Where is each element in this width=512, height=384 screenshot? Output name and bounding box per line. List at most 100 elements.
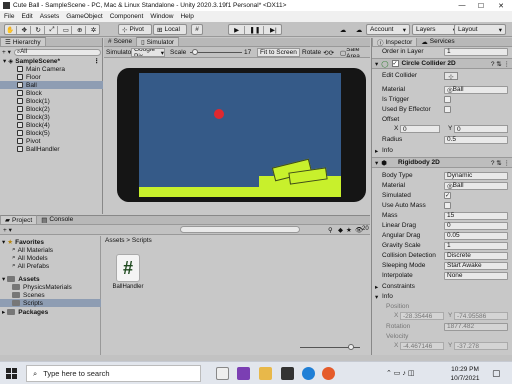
hierarchy-item-block-1[interactable]: Block(1) xyxy=(0,97,103,105)
menu-component[interactable]: Component xyxy=(110,13,144,20)
tab-console[interactable]: ▤ Console xyxy=(37,215,77,224)
menu-assets[interactable]: Assets xyxy=(40,13,60,20)
hierarchy-item-floor[interactable]: Floor xyxy=(0,73,103,81)
cloud-icon[interactable]: ☁ xyxy=(353,24,365,35)
mass-field[interactable]: 15 xyxy=(444,211,508,220)
hierarchy-item-ballhandler[interactable]: BallHandler xyxy=(0,145,103,153)
layers-dropdown[interactable]: Layers▾ xyxy=(412,24,460,35)
enabled-checkbox[interactable]: ✓ xyxy=(391,60,399,67)
menu-help[interactable]: Help xyxy=(180,13,193,20)
hierarchy-item-block-5[interactable]: Block(5) xyxy=(0,129,103,137)
task-view-icon[interactable] xyxy=(216,367,229,380)
breadcrumb[interactable]: Assets > Scripts xyxy=(105,237,152,244)
order-field[interactable]: 1 xyxy=(444,47,508,56)
hierarchy-item-block-4[interactable]: Block(4) xyxy=(0,121,103,129)
offset-y-field[interactable]: 0 xyxy=(454,124,508,133)
close-button[interactable]: ✕ xyxy=(494,0,508,11)
rigidbody-header[interactable]: ▾ ⬢ Rigidbody 2D ? ⇅ ⋮ xyxy=(372,157,512,168)
hierarchy-search-input[interactable]: ⌕ All xyxy=(13,48,101,56)
is-trigger-checkbox[interactable] xyxy=(444,96,451,103)
pause-icon[interactable]: ❚❚ xyxy=(247,25,264,34)
account-dropdown[interactable]: Account ▾ xyxy=(366,24,410,35)
scene-row[interactable]: ▾ ◈ SampleScene* ⋮ xyxy=(0,57,103,66)
used-by-effector-checkbox[interactable] xyxy=(444,106,451,113)
hierarchy-item-ball[interactable]: Ball xyxy=(0,81,103,89)
project-search-input[interactable] xyxy=(180,226,300,233)
grid-snap-button[interactable]: # xyxy=(191,24,203,35)
assets-item-scripts[interactable]: Scripts xyxy=(0,299,101,307)
hierarchy-item-main-camera[interactable]: Main Camera xyxy=(0,65,103,73)
taskbar-date[interactable]: 10/7/2021 xyxy=(445,375,485,382)
component-menu-icon[interactable]: ? ⇅ ⋮ xyxy=(491,60,510,68)
packages-row[interactable]: ▸ Packages xyxy=(0,308,101,317)
tab-scene[interactable]: # Scene xyxy=(104,37,136,46)
layout-dropdown[interactable]: Layout ▾ xyxy=(454,24,506,35)
minimize-button[interactable]: — xyxy=(455,0,469,11)
fit-to-screen-button[interactable]: Fit to Screen xyxy=(257,48,300,57)
auto-mass-checkbox[interactable] xyxy=(444,202,451,209)
rect-tool-icon[interactable]: ▭ xyxy=(60,25,73,34)
favorites-row[interactable]: ▾ ★ Favorites xyxy=(0,238,101,247)
collision-detection-dropdown[interactable]: Discrete xyxy=(444,251,508,260)
tab-inspector[interactable]: ⓘ Inspector xyxy=(372,38,418,47)
assets-item-scenes[interactable]: Scenes xyxy=(0,291,101,299)
interpolate-dropdown[interactable]: None xyxy=(444,271,508,280)
radius-field[interactable]: 0.5 xyxy=(444,135,508,144)
offset-x-field[interactable]: 0 xyxy=(400,124,440,133)
label-icon[interactable]: ◆ xyxy=(338,226,343,234)
safe-area-toggle[interactable]: ▢ Safe Area xyxy=(340,48,370,57)
assets-item-physicsmaterials[interactable]: PhysicsMaterials xyxy=(0,283,101,291)
body-type-dropdown[interactable]: Dynamic xyxy=(444,171,508,180)
rotate-tool-icon[interactable]: ↻ xyxy=(33,25,45,34)
menu-window[interactable]: Window xyxy=(150,13,173,20)
collab-icon[interactable]: ☁ xyxy=(338,24,348,35)
slider-handle[interactable] xyxy=(348,344,354,350)
rb-material-field[interactable]: ◎ Ball xyxy=(444,181,508,190)
hierarchy-item-block-3[interactable]: Block(3) xyxy=(0,113,103,121)
gravity-scale-field[interactable]: 1 xyxy=(444,241,508,250)
scale-slider[interactable] xyxy=(190,48,242,57)
scale-tool-icon[interactable]: ⤢ xyxy=(47,25,59,34)
system-tray-icons[interactable]: ⌃ ▭ ♪ ◫ xyxy=(386,369,414,377)
firefox-icon[interactable] xyxy=(322,367,335,380)
circle-info-row[interactable]: ▸ Info xyxy=(372,146,512,155)
component-menu-icon[interactable]: ? ⇅ ⋮ xyxy=(491,159,510,167)
device-dropdown[interactable]: Google Pix ▾ xyxy=(131,48,165,57)
taskbar-time[interactable]: 10:29 PM xyxy=(445,366,485,373)
notification-icon[interactable]: ▢ xyxy=(492,368,501,379)
visual-studio-icon[interactable] xyxy=(237,367,250,380)
rb-info-row[interactable]: ▾ Info xyxy=(372,292,512,301)
hierarchy-item-pivot[interactable]: Pivot xyxy=(0,137,103,145)
star-icon[interactable]: ★ xyxy=(346,226,352,234)
custom-tool-icon[interactable]: ✲ xyxy=(88,26,99,34)
add-button[interactable]: + ▾ xyxy=(3,226,12,234)
hierarchy-item-block-2[interactable]: Block(2) xyxy=(0,105,103,113)
material-field[interactable]: ◎ Ball xyxy=(444,85,508,94)
script-file-icon[interactable]: # xyxy=(116,254,140,282)
circle-collider-header[interactable]: ▾ ◯ ✓ Circle Collider 2D ? ⇅ ⋮ xyxy=(372,58,512,69)
simulated-checkbox[interactable]: ✓ xyxy=(444,192,451,199)
edit-collider-button[interactable]: ⊹ xyxy=(444,71,458,81)
edge-icon[interactable] xyxy=(302,367,315,380)
move-tool-icon[interactable]: ✥ xyxy=(19,25,31,34)
tab-services[interactable]: ☁ Services xyxy=(417,38,458,46)
game-screen[interactable] xyxy=(139,73,341,197)
menu-file[interactable]: File xyxy=(4,13,14,20)
slider-handle[interactable] xyxy=(192,49,198,55)
menu-edit[interactable]: Edit xyxy=(21,13,32,20)
more-icon[interactable]: ⋮ xyxy=(94,57,101,65)
step-icon[interactable]: ▶| xyxy=(266,26,281,34)
add-button[interactable]: + ▾ xyxy=(2,48,11,56)
maximize-button[interactable]: ☐ xyxy=(474,0,488,11)
assets-row[interactable]: ▾ Assets xyxy=(0,275,101,284)
sleeping-mode-dropdown[interactable]: Start Awake xyxy=(444,261,508,270)
tab-project[interactable]: ▰ Project xyxy=(0,215,38,224)
tab-simulator[interactable]: ▯ Simulator xyxy=(136,37,180,46)
unity-icon[interactable] xyxy=(281,367,294,380)
favorites-item-all-prefabs[interactable]: ⌕ All Prefabs xyxy=(0,262,101,270)
pivot-toggle[interactable]: ⊹ Pivot xyxy=(118,24,152,35)
favorites-item-all-models[interactable]: ⌕ All Models xyxy=(0,254,101,262)
rotate-button[interactable]: Rotate ⟲⟳ xyxy=(302,48,334,57)
play-icon[interactable]: ▶ xyxy=(229,25,246,34)
linear-drag-field[interactable]: 0 xyxy=(444,221,508,230)
